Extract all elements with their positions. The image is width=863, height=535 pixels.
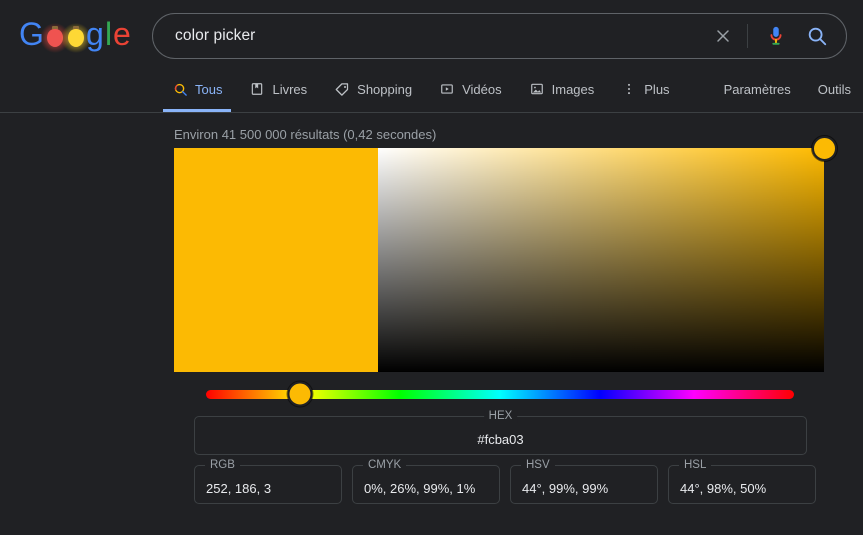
search-input[interactable]	[175, 27, 708, 45]
tools-link[interactable]: Outils	[818, 72, 851, 106]
clear-search-button[interactable]	[708, 21, 738, 51]
hsv-label: HSV	[521, 459, 555, 472]
tab-videos[interactable]: Vidéos	[439, 72, 502, 106]
settings-link[interactable]: Paramètres	[724, 72, 791, 106]
voice-search-button[interactable]	[761, 21, 791, 51]
cmyk-value: 0%, 26%, 99%, 1%	[364, 481, 476, 496]
search-divider	[747, 24, 748, 48]
svg-text:l: l	[105, 16, 112, 52]
search-icon	[172, 81, 188, 97]
color-picker-handle[interactable]	[811, 135, 837, 161]
image-icon	[529, 81, 545, 97]
tag-icon	[334, 81, 350, 97]
more-vertical-icon	[621, 81, 637, 97]
tab-label: Plus	[644, 81, 670, 97]
svg-text:G: G	[19, 16, 44, 52]
tab-label: Vidéos	[462, 81, 502, 97]
rgb-label: RGB	[205, 459, 240, 472]
color-picker-widget: HEX #fcba03 RGB 252, 186, 3 CMYK 0%, 26%…	[174, 135, 837, 504]
hue-slider-thumb[interactable]	[287, 381, 313, 407]
tab-plus[interactable]: Plus	[621, 72, 670, 106]
color-model-fields-row: RGB 252, 186, 3 CMYK 0%, 26%, 99%, 1% HS…	[194, 459, 844, 504]
search-submit-button[interactable]	[802, 21, 832, 51]
selected-color-swatch	[174, 148, 378, 372]
rgb-field[interactable]: RGB 252, 186, 3	[194, 459, 342, 504]
hsv-field[interactable]: HSV 44°, 99%, 99%	[510, 459, 658, 504]
hsl-label: HSL	[679, 459, 712, 472]
book-icon	[249, 81, 265, 97]
page-header: G g l e	[0, 0, 863, 72]
hex-label: HEX	[483, 410, 518, 423]
hsl-value: 44°, 98%, 50%	[680, 481, 767, 496]
tab-tous[interactable]: Tous	[162, 72, 233, 112]
result-stats: Environ 41 500 000 résultats (0,42 secon…	[174, 127, 437, 142]
tab-label: Livres	[272, 81, 308, 97]
color-preview-row	[174, 135, 837, 372]
tab-label: Tous	[195, 81, 223, 97]
search-icon	[808, 27, 827, 46]
saturation-value-box[interactable]	[378, 148, 824, 372]
microphone-icon	[770, 26, 782, 45]
color-value-fields: HEX #fcba03 RGB 252, 186, 3 CMYK 0%, 26%…	[194, 410, 844, 504]
cmyk-field[interactable]: CMYK 0%, 26%, 99%, 1%	[352, 459, 500, 504]
google-logo[interactable]: G g l e	[18, 14, 134, 58]
svg-text:g: g	[86, 16, 104, 52]
rgb-value: 252, 186, 3	[206, 481, 272, 496]
hsv-value: 44°, 99%, 99%	[522, 481, 609, 496]
search-tabs: Tous Livres Shopping Vidéos Images Plus …	[0, 72, 863, 112]
tab-images[interactable]: Images	[529, 72, 595, 106]
svg-text:e: e	[113, 16, 131, 52]
tab-label: Images	[551, 81, 595, 97]
tab-shopping[interactable]: Shopping	[334, 72, 412, 106]
close-icon	[717, 30, 729, 42]
google-logo-doodle: G g l e	[19, 16, 131, 53]
sv-black-layer	[378, 148, 824, 372]
hsl-field[interactable]: HSL 44°, 98%, 50%	[668, 459, 816, 504]
video-icon	[439, 81, 455, 97]
cmyk-label: CMYK	[363, 459, 407, 472]
nav-right-group: Paramètres Outils	[697, 72, 863, 106]
hex-value: #fcba03	[477, 432, 524, 447]
hex-field[interactable]: HEX #fcba03	[194, 410, 807, 455]
tab-label: Shopping	[357, 81, 413, 97]
search-box[interactable]	[152, 13, 847, 59]
tab-livres[interactable]: Livres	[249, 72, 307, 106]
